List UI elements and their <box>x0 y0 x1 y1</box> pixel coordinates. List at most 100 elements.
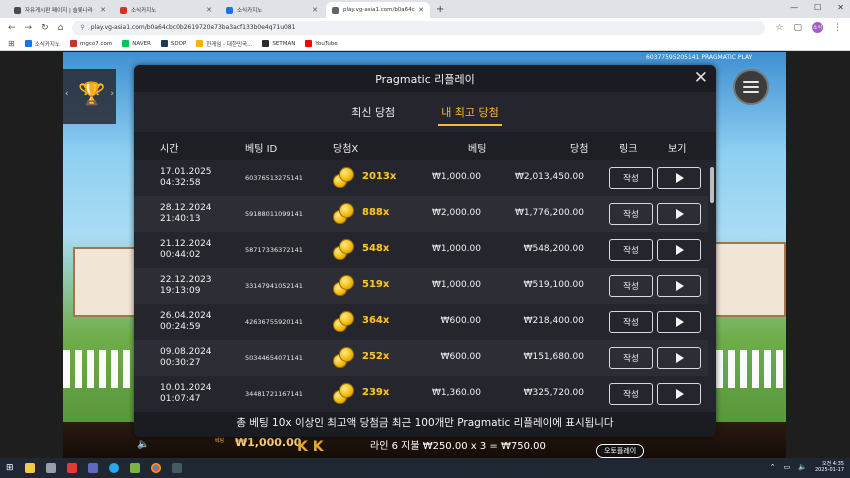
extensions-icon[interactable]: ▢ <box>793 23 802 33</box>
row-bet: ₩600.00 <box>440 352 481 362</box>
maximize-icon[interactable]: ☐ <box>814 3 821 12</box>
bookmark-item[interactable]: 소식카지노 <box>24 40 60 48</box>
apps-grid-icon[interactable]: ⊞ <box>8 39 15 48</box>
play-icon <box>676 389 684 399</box>
minimize-icon[interactable]: — <box>790 3 798 12</box>
play-replay-button[interactable] <box>657 275 701 297</box>
taskbar-app-icon[interactable] <box>171 463 182 473</box>
tray-chevron-icon[interactable]: ⌃ <box>770 463 776 471</box>
tab-close-icon[interactable]: ✕ <box>418 6 424 14</box>
tab-close-icon[interactable]: ✕ <box>312 6 318 14</box>
tab-title: 소식카지노 <box>237 8 263 14</box>
kk-symbols: K K <box>297 439 324 455</box>
fence-decor <box>716 350 786 388</box>
write-link-button[interactable]: 작성 <box>609 275 653 297</box>
browser-menu-icon[interactable]: ⋮ <box>833 23 842 33</box>
row-bet-id: 50344654071141 <box>245 354 303 362</box>
close-window-icon[interactable]: ✕ <box>837 3 844 12</box>
play-replay-button[interactable] <box>657 311 701 333</box>
write-link-button[interactable]: 작성 <box>609 383 653 405</box>
bookmark-favicon-icon <box>70 40 78 47</box>
play-icon <box>676 245 684 255</box>
volume-icon[interactable]: 🔈 <box>798 463 807 471</box>
row-datetime: 22.12.2023 19:13:09 <box>160 275 212 296</box>
tab-close-icon[interactable]: ✕ <box>206 6 212 14</box>
write-link-button[interactable]: 작성 <box>609 347 653 369</box>
chevron-right-icon[interactable]: › <box>110 89 114 99</box>
tab-my-best-wins[interactable]: 내 최고 당첨 <box>438 92 502 132</box>
taskbar-app-icon[interactable] <box>129 463 140 473</box>
write-link-button[interactable]: 작성 <box>609 239 653 261</box>
browser-tab-2[interactable]: 소식카지노 ✕ <box>114 2 218 18</box>
browser-tab-1[interactable]: 자유게시판 페이지 | 슬롯나라 ✕ <box>8 2 112 18</box>
new-tab-button[interactable]: + <box>436 2 444 18</box>
row-bet: ₩1,000.00 <box>432 172 481 182</box>
network-icon[interactable]: ▭ <box>784 463 791 471</box>
taskbar-app-icon[interactable] <box>87 463 98 473</box>
column-bet-id: 베팅 ID <box>245 144 278 155</box>
replay-trophy-button[interactable]: ‹ 🏆 › <box>63 69 116 124</box>
chrome-icon[interactable] <box>150 463 161 473</box>
windows-start-icon[interactable]: ⊞ <box>6 463 14 473</box>
fence-decor <box>63 350 138 388</box>
url-field[interactable]: ⚲ play.vg-asia1.com/b0a64cbc0b2619720e73… <box>72 20 766 35</box>
game-menu-button[interactable] <box>733 69 769 105</box>
reload-icon[interactable]: ↻ <box>41 23 49 33</box>
tab-close-icon[interactable]: ✕ <box>100 6 106 14</box>
back-icon[interactable]: ← <box>8 23 16 33</box>
game-round-id: 60377595205141 PRAGMATIC PLAY <box>646 54 753 61</box>
browser-tab-3[interactable]: 소식카지노 ✕ <box>220 2 324 18</box>
forward-icon[interactable]: → <box>25 23 33 33</box>
play-icon <box>676 209 684 219</box>
row-bet-id: 59188011099141 <box>245 210 303 218</box>
column-link: 링크 <box>619 144 638 155</box>
house-right-decor <box>713 242 786 317</box>
line-win-info: 라인 6 지불 ₩250.00 x 3 = ₩750.00 <box>370 441 546 452</box>
bookmark-item[interactable]: mgco7.com <box>70 40 112 47</box>
autoplay-button[interactable]: 오토플레이 <box>596 444 645 458</box>
telegram-icon[interactable] <box>108 463 119 473</box>
bookmark-item[interactable]: YouTube <box>305 40 338 47</box>
close-icon[interactable]: ✕ <box>694 68 708 88</box>
taskbar-app-icon[interactable] <box>66 463 77 473</box>
table-scrollbar[interactable] <box>710 167 714 203</box>
table-row: 22.12.2023 19:13:09 33147941052141 519x ₩… <box>134 268 708 304</box>
play-replay-button[interactable] <box>657 203 701 225</box>
taskbar-app-icon[interactable] <box>45 463 56 473</box>
play-replay-button[interactable] <box>657 167 701 189</box>
play-replay-button[interactable] <box>657 383 701 405</box>
write-link-button[interactable]: 작성 <box>609 311 653 333</box>
play-replay-button[interactable] <box>657 347 701 369</box>
browser-tab-active[interactable]: play.vg-asia1.com/b0a64c ✕ <box>326 2 430 18</box>
row-datetime: 28.12.2024 21:40:13 <box>160 203 212 224</box>
row-win: ₩218,400.00 <box>523 316 584 326</box>
write-link-button[interactable]: 작성 <box>609 203 653 225</box>
bookmark-item[interactable]: 한게임 - 대한민국... <box>196 40 252 48</box>
bookmark-star-icon[interactable]: ☆ <box>775 23 783 33</box>
row-bet-id: 60376513275141 <box>245 174 303 182</box>
panel-header: Pragmatic 리플레이 ✕ <box>134 65 716 92</box>
system-clock[interactable]: 오전 4:35 2025-01-17 <box>815 461 844 473</box>
site-info-icon[interactable]: ⚲ <box>80 24 84 31</box>
bookmark-item[interactable]: SETMAN <box>262 40 295 47</box>
panel-tabs: 최신 당첨 내 최고 당첨 <box>134 92 716 132</box>
play-replay-button[interactable] <box>657 239 701 261</box>
table-header: 시간 베팅 ID 당첨X 베팅 당첨 링크 보기 <box>134 132 716 160</box>
profile-avatar[interactable]: 소식 <box>812 22 823 33</box>
row-bet-id: 58717336372141 <box>245 246 303 254</box>
bookmark-item[interactable]: SDOP <box>160 40 186 47</box>
play-icon <box>676 317 684 327</box>
bookmark-favicon-icon <box>262 40 270 47</box>
home-icon[interactable]: ⌂ <box>58 23 64 33</box>
file-explorer-icon[interactable] <box>24 463 35 473</box>
tab-latest-wins[interactable]: 최신 당첨 <box>351 92 395 132</box>
tab-title: 소식카지노 <box>131 8 157 14</box>
bookmarks-bar: ⊞ 소식카지노 mgco7.com NAVER SDOP 한게임 - 대한민국.… <box>0 37 850 51</box>
bookmark-item[interactable]: NAVER <box>122 40 151 47</box>
row-bet: ₩2,000.00 <box>432 208 481 218</box>
write-link-button[interactable]: 작성 <box>609 167 653 189</box>
speaker-icon[interactable]: 🔈 <box>137 439 149 450</box>
chevron-left-icon[interactable]: ‹ <box>65 89 69 99</box>
tab-favicon-icon <box>14 6 21 14</box>
row-datetime: 09.08.2024 00:30:27 <box>160 347 212 368</box>
